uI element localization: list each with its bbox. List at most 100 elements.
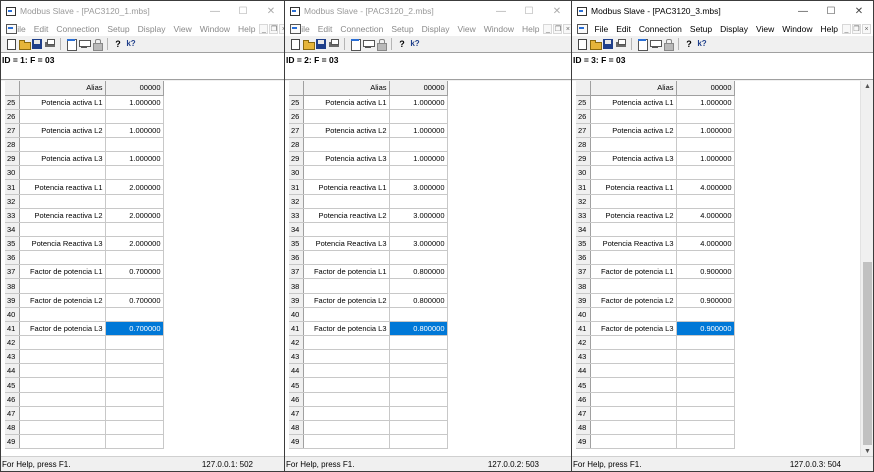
- value-cell[interactable]: 2.000000: [105, 179, 164, 195]
- table-row[interactable]: 47: [5, 406, 164, 421]
- menu-connection[interactable]: Connection: [52, 24, 103, 34]
- value-cell[interactable]: 1.000000: [389, 151, 448, 167]
- value-cell[interactable]: 0.900000: [676, 293, 735, 308]
- value-cell[interactable]: [389, 194, 448, 209]
- table-row[interactable]: 48: [289, 420, 448, 436]
- lock-icon[interactable]: [91, 38, 103, 51]
- value-cell[interactable]: [389, 278, 448, 294]
- value-cell[interactable]: [105, 335, 164, 351]
- alias-cell[interactable]: [303, 109, 390, 124]
- table-row[interactable]: 34: [576, 222, 735, 238]
- table-row[interactable]: 35 Potencia Reactiva L3 4.000000: [576, 236, 735, 252]
- table-row[interactable]: 40: [289, 307, 448, 322]
- alias-cell[interactable]: [19, 307, 106, 322]
- alias-cell[interactable]: [19, 363, 106, 379]
- table-row[interactable]: 49: [5, 434, 164, 450]
- value-cell[interactable]: 4.000000: [676, 179, 735, 195]
- window-icon[interactable]: [65, 38, 77, 51]
- new-icon[interactable]: [289, 38, 301, 50]
- table-row[interactable]: 49: [576, 434, 735, 450]
- table-row[interactable]: 29 Potencia activa L3 1.000000: [289, 151, 448, 167]
- help-icon[interactable]: ?: [396, 38, 408, 50]
- table-row[interactable]: 28: [576, 137, 735, 153]
- print-icon[interactable]: [615, 38, 627, 50]
- value-cell[interactable]: [389, 392, 448, 407]
- alias-cell[interactable]: Potencia activa L2: [19, 123, 106, 139]
- alias-cell[interactable]: [590, 307, 677, 322]
- alias-cell[interactable]: [590, 434, 677, 450]
- mdi-minimize-button[interactable]: _: [543, 23, 553, 34]
- table-row[interactable]: 42: [5, 335, 164, 351]
- value-cell[interactable]: [105, 109, 164, 124]
- alias-cell[interactable]: [590, 349, 677, 365]
- value-cell[interactable]: [389, 377, 448, 393]
- table-row[interactable]: 43: [5, 349, 164, 365]
- value-cell[interactable]: [105, 349, 164, 365]
- minimize-button[interactable]: —: [789, 1, 817, 21]
- value-cell[interactable]: [389, 165, 448, 181]
- alias-cell[interactable]: Potencia activa L3: [303, 151, 390, 167]
- table-row[interactable]: 33 Potencia reactiva L2 3.000000: [289, 208, 448, 223]
- value-cell[interactable]: 3.000000: [389, 179, 448, 195]
- table-row[interactable]: 30: [576, 165, 735, 181]
- mdi-restore-button[interactable]: ❐: [553, 23, 563, 34]
- table-row[interactable]: 25 Potencia activa L1 1.000000: [5, 95, 164, 110]
- alias-cell[interactable]: Potencia activa L2: [590, 123, 677, 139]
- menu-window[interactable]: Window: [778, 24, 816, 34]
- table-row[interactable]: 26: [289, 109, 448, 124]
- alias-cell[interactable]: [19, 250, 106, 266]
- table-row[interactable]: 31 Potencia reactiva L1 2.000000: [5, 179, 164, 195]
- menu-connection[interactable]: Connection: [635, 24, 686, 34]
- value-cell[interactable]: [105, 392, 164, 407]
- table-row[interactable]: 45: [289, 377, 448, 393]
- monitor-icon[interactable]: [362, 38, 375, 50]
- value-cell[interactable]: [105, 434, 164, 450]
- alias-cell[interactable]: [19, 278, 106, 294]
- scroll-thumb[interactable]: [863, 262, 872, 445]
- table-row[interactable]: 27 Potencia activa L2 1.000000: [576, 123, 735, 139]
- value-cell[interactable]: [676, 392, 735, 407]
- alias-cell[interactable]: [19, 377, 106, 393]
- alias-cell[interactable]: [303, 420, 390, 436]
- value-cell[interactable]: [105, 420, 164, 436]
- alias-cell[interactable]: Factor de potencia L2: [19, 293, 106, 308]
- window-icon[interactable]: [636, 38, 648, 51]
- whats-this-icon[interactable]: k?: [696, 38, 708, 50]
- monitor-icon[interactable]: [649, 38, 662, 50]
- table-row[interactable]: 38: [5, 278, 164, 294]
- value-cell[interactable]: [676, 377, 735, 393]
- alias-cell[interactable]: Factor de potencia L2: [590, 293, 677, 308]
- alias-cell[interactable]: [303, 392, 390, 407]
- mdi-restore-button[interactable]: ❐: [269, 23, 279, 34]
- alias-cell[interactable]: Factor de potencia L1: [19, 264, 106, 280]
- new-icon[interactable]: [576, 38, 588, 50]
- value-cell[interactable]: [676, 165, 735, 181]
- value-cell[interactable]: 1.000000: [389, 123, 448, 139]
- value-cell[interactable]: 0.700000: [105, 264, 164, 280]
- value-cell[interactable]: [105, 307, 164, 322]
- menu-view[interactable]: View: [169, 24, 195, 34]
- alias-cell[interactable]: [590, 222, 677, 238]
- alias-cell[interactable]: [303, 250, 390, 266]
- menu-help[interactable]: Help: [817, 24, 842, 34]
- menu-display[interactable]: Display: [134, 24, 170, 34]
- table-row[interactable]: 29 Potencia activa L3 1.000000: [576, 151, 735, 167]
- table-row[interactable]: 32: [5, 194, 164, 209]
- menu-setup[interactable]: Setup: [103, 24, 133, 34]
- menu-connection[interactable]: Connection: [336, 24, 387, 34]
- value-cell[interactable]: 1.000000: [676, 151, 735, 167]
- menu-edit[interactable]: Edit: [314, 24, 337, 34]
- table-row[interactable]: 27 Potencia activa L2 1.000000: [289, 123, 448, 139]
- table-row[interactable]: 30: [5, 165, 164, 181]
- alias-cell[interactable]: Potencia activa L3: [19, 151, 106, 167]
- table-row[interactable]: 47: [289, 406, 448, 421]
- alias-cell[interactable]: [590, 165, 677, 181]
- table-row[interactable]: 26: [576, 109, 735, 124]
- table-row[interactable]: 33 Potencia reactiva L2 4.000000: [576, 208, 735, 223]
- value-cell[interactable]: 4.000000: [676, 236, 735, 252]
- table-row[interactable]: 41 Factor de potencia L3 0.900000: [576, 321, 735, 337]
- table-row[interactable]: 36: [5, 250, 164, 266]
- alias-cell[interactable]: Potencia reactiva L1: [303, 179, 390, 195]
- value-cell[interactable]: [389, 307, 448, 322]
- value-cell[interactable]: [676, 222, 735, 238]
